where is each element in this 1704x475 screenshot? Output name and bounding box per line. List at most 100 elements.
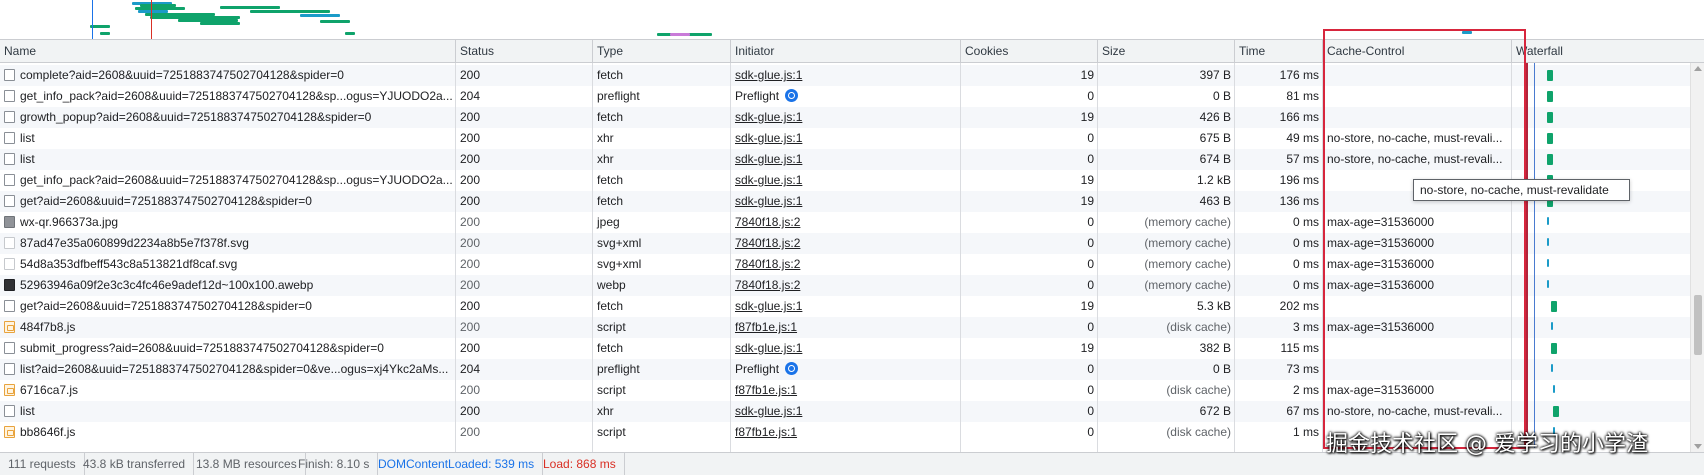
initiator-link[interactable]: f87fb1e.js:1 bbox=[735, 425, 797, 439]
column-header-type[interactable]: Type bbox=[593, 40, 731, 62]
table-row[interactable]: list 200 xhr sdk-glue.js:1 0 675 B 49 ms no-sto… bbox=[0, 128, 1690, 149]
request-name-cell[interactable]: list bbox=[0, 401, 456, 422]
request-name-cell[interactable]: bb8646f.js bbox=[0, 422, 456, 443]
table-row[interactable]: 54d8a353dfbeff543c8a513821df8caf.svg 200 s… bbox=[0, 254, 1690, 275]
initiator-cell[interactable]: sdk-glue.js:1 bbox=[731, 149, 961, 170]
status-cell: 200 bbox=[460, 68, 481, 82]
request-name-cell[interactable]: list?aid=2608&uuid=7251883747502704128&s… bbox=[0, 359, 456, 380]
request-name-cell[interactable]: complete?aid=2608&uuid=72518837475027041… bbox=[0, 65, 456, 86]
request-name-cell[interactable]: 87ad47e35a060899d2234a8b5e7f378f.svg bbox=[0, 233, 456, 254]
initiator-cell[interactable]: 7840f18.js:2 bbox=[731, 212, 961, 233]
waterfall-bar bbox=[1547, 133, 1553, 144]
initiator-link[interactable]: sdk-glue.js:1 bbox=[735, 131, 802, 145]
column-header-name[interactable]: Name bbox=[0, 40, 456, 62]
column-header-cache-control[interactable]: Cache-Control bbox=[1323, 40, 1512, 62]
column-header-status[interactable]: Status bbox=[456, 40, 593, 62]
vertical-scrollbar[interactable] bbox=[1690, 63, 1704, 452]
initiator-link[interactable]: sdk-glue.js:1 bbox=[735, 173, 802, 187]
request-name-cell[interactable]: get?aid=2608&uuid=7251883747502704128&sp… bbox=[0, 296, 456, 317]
table-row[interactable]: get?aid=2608&uuid=7251883747502704128&sp… bbox=[0, 296, 1690, 317]
preflight-info-icon[interactable] bbox=[785, 89, 799, 102]
request-name-cell[interactable]: 54d8a353dfbeff543c8a513821df8caf.svg bbox=[0, 254, 456, 275]
initiator-cell[interactable]: sdk-glue.js:1 bbox=[731, 128, 961, 149]
request-name-cell[interactable]: submit_progress?aid=2608&uuid=7251883747… bbox=[0, 338, 456, 359]
request-name-cell[interactable]: wx-qr.966373a.jpg bbox=[0, 212, 456, 233]
column-header-size[interactable]: Size bbox=[1098, 40, 1235, 62]
initiator-cell[interactable]: sdk-glue.js:1 bbox=[731, 191, 961, 212]
type-cell: fetch bbox=[597, 341, 624, 355]
table-row[interactable]: 52963946a09f2e3c3c4fc46e9adef12d~100x100… bbox=[0, 275, 1690, 296]
initiator-cell[interactable]: f87fb1e.js:1 bbox=[731, 380, 961, 401]
initiator-link[interactable]: f87fb1e.js:1 bbox=[735, 320, 797, 334]
time-cell: 3 ms bbox=[1292, 320, 1319, 334]
initiator-cell[interactable]: sdk-glue.js:1 bbox=[731, 65, 961, 86]
overview-bar bbox=[250, 10, 330, 13]
column-divider bbox=[1234, 63, 1235, 452]
table-row[interactable]: list 200 xhr sdk-glue.js:1 0 672 B 67 ms no-sto… bbox=[0, 401, 1690, 422]
initiator-link[interactable]: 7840f18.js:2 bbox=[735, 278, 800, 292]
column-header-cookies[interactable]: Cookies bbox=[961, 40, 1098, 62]
initiator-cell[interactable]: sdk-glue.js:1 bbox=[731, 401, 961, 422]
column-header-initiator[interactable]: Initiator bbox=[731, 40, 961, 62]
type-cell: xhr bbox=[597, 152, 614, 166]
table-row[interactable]: list?aid=2608&uuid=7251883747502704128&s… bbox=[0, 359, 1690, 380]
request-name-cell[interactable]: 6716ca7.js bbox=[0, 380, 456, 401]
request-name: list bbox=[20, 404, 35, 418]
initiator-cell[interactable]: sdk-glue.js:1 bbox=[731, 296, 961, 317]
type-cell: svg+xml bbox=[597, 236, 642, 250]
initiator-link[interactable]: 7840f18.js:2 bbox=[735, 215, 800, 229]
request-name-cell[interactable]: get_info_pack?aid=2608&uuid=725188374750… bbox=[0, 170, 456, 191]
initiator-link[interactable]: sdk-glue.js:1 bbox=[735, 110, 802, 124]
initiator-link[interactable]: sdk-glue.js:1 bbox=[735, 299, 802, 313]
initiator-cell[interactable]: 7840f18.js:2 bbox=[731, 233, 961, 254]
request-name-cell[interactable]: get?aid=2608&uuid=7251883747502704128&sp… bbox=[0, 191, 456, 212]
initiator-link[interactable]: sdk-glue.js:1 bbox=[735, 194, 802, 208]
initiator-link[interactable]: sdk-glue.js:1 bbox=[735, 404, 802, 418]
waterfall-bar bbox=[1547, 154, 1553, 165]
request-name-cell[interactable]: get_info_pack?aid=2608&uuid=725188374750… bbox=[0, 86, 456, 107]
table-row[interactable]: wx-qr.966373a.jpg 200 jpeg 7840f18.js:2 0 (me… bbox=[0, 212, 1690, 233]
initiator-link[interactable]: sdk-glue.js:1 bbox=[735, 68, 802, 82]
initiator-link[interactable]: f87fb1e.js:1 bbox=[735, 383, 797, 397]
table-row[interactable]: 484f7b8.js 200 script f87fb1e.js:1 0 (disk ca… bbox=[0, 317, 1690, 338]
request-name-cell[interactable]: 52963946a09f2e3c3c4fc46e9adef12d~100x100… bbox=[0, 275, 456, 296]
initiator-cell[interactable]: f87fb1e.js:1 bbox=[731, 422, 961, 443]
document-icon bbox=[4, 342, 15, 354]
request-name-cell[interactable]: 484f7b8.js bbox=[0, 317, 456, 338]
size-cell: (disk cache) bbox=[1166, 425, 1231, 439]
initiator-cell[interactable]: 7840f18.js:2 bbox=[731, 275, 961, 296]
request-name-cell[interactable]: list bbox=[0, 128, 456, 149]
initiator-cell[interactable]: sdk-glue.js:1 bbox=[731, 107, 961, 128]
initiator-link[interactable]: sdk-glue.js:1 bbox=[735, 152, 802, 166]
initiator-link[interactable]: 7840f18.js:2 bbox=[735, 257, 800, 271]
type-cell: xhr bbox=[597, 404, 614, 418]
resources-size: 13.8 MB resources bbox=[188, 453, 306, 475]
request-name-cell[interactable]: list bbox=[0, 149, 456, 170]
scrollbar-thumb[interactable] bbox=[1694, 295, 1702, 355]
request-name-cell[interactable]: growth_popup?aid=2608&uuid=7251883747502… bbox=[0, 107, 456, 128]
document-icon bbox=[4, 90, 15, 102]
table-row[interactable]: get_info_pack?aid=2608&uuid=725188374750… bbox=[0, 86, 1690, 107]
initiator-link[interactable]: 7840f18.js:2 bbox=[735, 236, 800, 250]
table-row[interactable]: growth_popup?aid=2608&uuid=7251883747502… bbox=[0, 107, 1690, 128]
table-row[interactable]: complete?aid=2608&uuid=72518837475027041… bbox=[0, 65, 1690, 86]
cache-control-cell: max-age=31536000 bbox=[1327, 383, 1435, 397]
initiator-cell[interactable]: f87fb1e.js:1 bbox=[731, 317, 961, 338]
preflight-info-icon[interactable] bbox=[785, 362, 799, 375]
column-divider bbox=[1511, 63, 1512, 452]
column-header-time[interactable]: Time bbox=[1235, 40, 1323, 62]
initiator-cell[interactable]: 7840f18.js:2 bbox=[731, 254, 961, 275]
initiator-cell[interactable]: sdk-glue.js:1 bbox=[731, 338, 961, 359]
scroll-up-arrow-icon[interactable] bbox=[1694, 66, 1702, 71]
size-cell: 0 B bbox=[1212, 362, 1231, 376]
network-overview-timeline[interactable] bbox=[0, 0, 1704, 40]
table-row[interactable]: submit_progress?aid=2608&uuid=7251883747… bbox=[0, 338, 1690, 359]
initiator-cell[interactable]: sdk-glue.js:1 bbox=[731, 170, 961, 191]
initiator-link[interactable]: sdk-glue.js:1 bbox=[735, 341, 802, 355]
column-header-waterfall[interactable]: Waterfall bbox=[1512, 40, 1704, 62]
scroll-down-arrow-icon[interactable] bbox=[1694, 444, 1702, 449]
document-icon bbox=[4, 195, 15, 207]
table-row[interactable]: list 200 xhr sdk-glue.js:1 0 674 B 57 ms no-sto… bbox=[0, 149, 1690, 170]
table-row[interactable]: 6716ca7.js 200 script f87fb1e.js:1 0 (disk ca… bbox=[0, 380, 1690, 401]
table-row[interactable]: 87ad47e35a060899d2234a8b5e7f378f.svg 200 s… bbox=[0, 233, 1690, 254]
